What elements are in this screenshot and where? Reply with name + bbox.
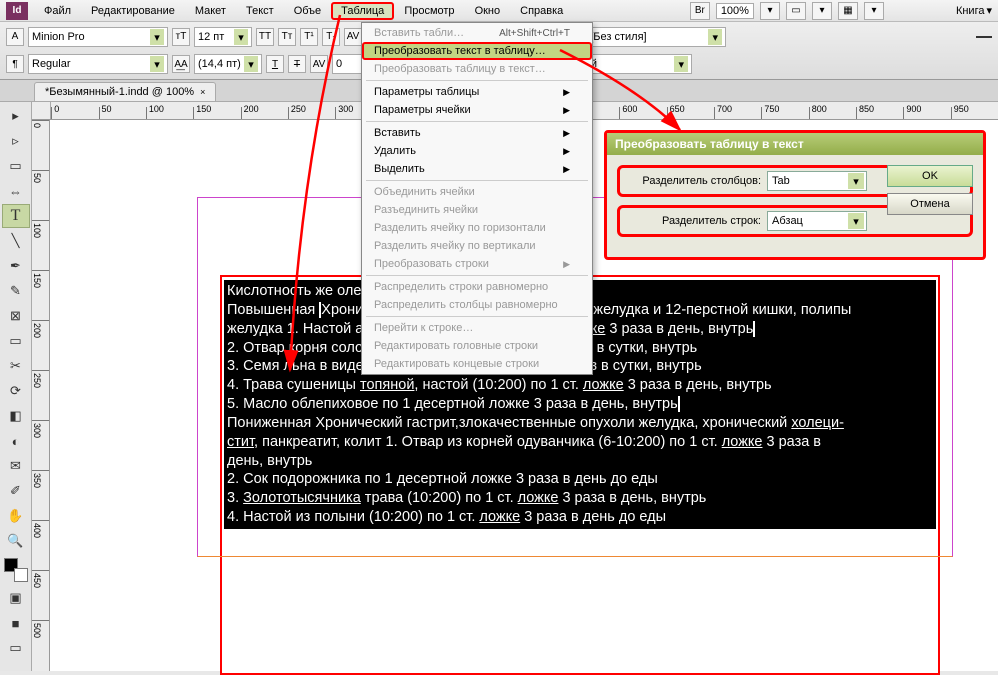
font-family-select[interactable]: Minion Pro — [28, 27, 168, 47]
hand-tool[interactable]: ✋ — [2, 504, 30, 528]
dialog-title: Преобразовать таблицу в текст — [607, 133, 983, 155]
leading-icon: A͟A — [172, 55, 190, 73]
pen-tool[interactable]: ✒ — [2, 254, 30, 278]
tab-title: *Безымянный-1.indd @ 100% — [45, 86, 194, 98]
apply-color-icon[interactable]: ■ — [2, 611, 30, 635]
menu-edit-footer[interactable]: Редактировать концевые строки — [362, 355, 592, 373]
menu-insert-table[interactable]: Вставить табли…Alt+Shift+Ctrl+T — [362, 24, 592, 42]
document-tab[interactable]: *Безымянный-1.indd @ 100% × — [34, 82, 216, 101]
page-tool[interactable]: ▭ — [2, 154, 30, 178]
row-sep-label: Разделитель строк: — [626, 215, 761, 227]
menu-delete[interactable]: Удалить▶ — [362, 142, 592, 160]
menu-unmerge-cells[interactable]: Разъединить ячейки — [362, 201, 592, 219]
ok-button[interactable]: OK — [887, 165, 973, 187]
type-tool[interactable]: T — [2, 204, 30, 228]
pencil-tool[interactable]: ✎ — [2, 279, 30, 303]
menu-select[interactable]: Выделить▶ — [362, 160, 592, 178]
screen-mode-icon[interactable]: ▭ — [786, 2, 806, 20]
menu-edit-header[interactable]: Редактировать головные строки — [362, 337, 592, 355]
gradient-feather-tool[interactable]: ◐ — [2, 429, 30, 453]
menu-distribute-rows[interactable]: Распределить строки равномерно — [362, 278, 592, 296]
menu-split-vert[interactable]: Разделить ячейку по вертикали — [362, 237, 592, 255]
screenmode-tool[interactable]: ▭ — [2, 636, 30, 660]
menubar: Id Файл Редактирование Макет Текст Объе … — [0, 0, 998, 22]
transform-tool[interactable]: ⟳ — [2, 379, 30, 403]
menu-convert-rows[interactable]: Преобразовать строки▶ — [362, 255, 592, 273]
selection-tool[interactable]: ▸ — [2, 104, 30, 128]
menu-help[interactable]: Справка — [510, 2, 573, 20]
table-menu-dropdown: Вставить табли…Alt+Shift+Ctrl+T Преобраз… — [361, 22, 593, 375]
charstyle-select[interactable]: [Без стиля] — [586, 27, 726, 47]
row-sep-select[interactable]: Абзац — [767, 211, 867, 231]
fill-stroke-swap[interactable] — [4, 558, 28, 582]
col-sep-label: Разделитель столбцов: — [626, 175, 761, 187]
superscript-icon[interactable]: T¹ — [300, 28, 318, 46]
gap-tool[interactable]: ⇔ — [2, 179, 30, 203]
menu-convert-text-to-table[interactable]: Преобразовать текст в таблицу… — [362, 42, 592, 60]
workspace-switcher[interactable]: Книга▾ — [956, 4, 992, 17]
zoom-field[interactable]: 100% — [716, 3, 754, 19]
toolbox: ▸ ▹ ▭ ⇔ T ╲ ✒ ✎ ⊠ ▭ ✂ ⟳ ◧ ◐ ✉ ✐ ✋ 🔍 ▣ ■ … — [0, 102, 32, 671]
cancel-button[interactable]: Отмена — [887, 193, 973, 215]
font-size-icon: тТ — [172, 28, 190, 46]
smallcaps-icon[interactable]: Tᴛ — [278, 28, 296, 46]
tracking-icon: AV — [310, 55, 328, 73]
app-logo: Id — [6, 2, 28, 20]
leading-select[interactable]: (14,4 пт) — [194, 54, 262, 74]
col-sep-select[interactable]: Tab — [767, 171, 867, 191]
kerning-icon: AV — [344, 28, 362, 46]
menu-object[interactable]: Объе — [284, 2, 331, 20]
strike-icon[interactable]: T — [288, 55, 306, 73]
convert-dialog: Преобразовать таблицу в текст Разделител… — [604, 130, 986, 260]
viewmode-dd-icon[interactable]: ▾ — [812, 2, 832, 20]
para-align-icons[interactable] — [976, 36, 992, 38]
menu-cell-options[interactable]: Параметры ячейки▶ — [362, 101, 592, 119]
menu-layout[interactable]: Макет — [185, 2, 236, 20]
rect-frame-tool[interactable]: ⊠ — [2, 304, 30, 328]
menu-convert-table-to-text[interactable]: Преобразовать таблицу в текст… — [362, 60, 592, 78]
rect-tool[interactable]: ▭ — [2, 329, 30, 353]
font-weight-select[interactable]: Regular — [28, 54, 168, 74]
menu-goto-row[interactable]: Перейти к строке… — [362, 319, 592, 337]
menu-text[interactable]: Текст — [236, 2, 284, 20]
zoom-tool[interactable]: 🔍 — [2, 529, 30, 553]
bridge-icon[interactable]: Br — [690, 2, 710, 20]
subscript-icon[interactable]: T₁ — [322, 28, 340, 46]
menu-merge-cells[interactable]: Объединить ячейки — [362, 183, 592, 201]
char-format-icon[interactable]: A — [6, 28, 24, 46]
menu-table-options[interactable]: Параметры таблицы▶ — [362, 83, 592, 101]
gradient-swatch-tool[interactable]: ◧ — [2, 404, 30, 428]
scissors-tool[interactable]: ✂ — [2, 354, 30, 378]
line-tool[interactable]: ╲ — [2, 229, 30, 253]
font-size-select[interactable]: 12 пт — [194, 27, 252, 47]
arrange-dd-icon[interactable]: ▾ — [864, 2, 884, 20]
note-tool[interactable]: ✉ — [2, 454, 30, 478]
zoom-dropdown-icon[interactable]: ▾ — [760, 2, 780, 20]
menu-distribute-cols[interactable]: Распределить столбцы равномерно — [362, 296, 592, 314]
direct-select-tool[interactable]: ▹ — [2, 129, 30, 153]
format-container-icon[interactable]: ▣ — [2, 586, 30, 610]
menu-edit[interactable]: Редактирование — [81, 2, 185, 20]
menu-view[interactable]: Просмотр — [394, 2, 464, 20]
underline-icon[interactable]: T — [266, 55, 284, 73]
close-icon[interactable]: × — [200, 87, 205, 97]
allcaps-icon[interactable]: TT — [256, 28, 274, 46]
arrange-icon[interactable]: ▦ — [838, 2, 858, 20]
menu-table[interactable]: Таблица — [331, 2, 394, 20]
eyedropper-tool[interactable]: ✐ — [2, 479, 30, 503]
para-format-icon[interactable]: ¶ — [6, 55, 24, 73]
vertical-ruler: 050 100150 200250 300350 400450 500 — [32, 120, 50, 671]
menu-file[interactable]: Файл — [34, 2, 81, 20]
menu-window[interactable]: Окно — [465, 2, 511, 20]
menu-insert[interactable]: Вставить▶ — [362, 124, 592, 142]
menu-split-horiz[interactable]: Разделить ячейку по горизонтали — [362, 219, 592, 237]
